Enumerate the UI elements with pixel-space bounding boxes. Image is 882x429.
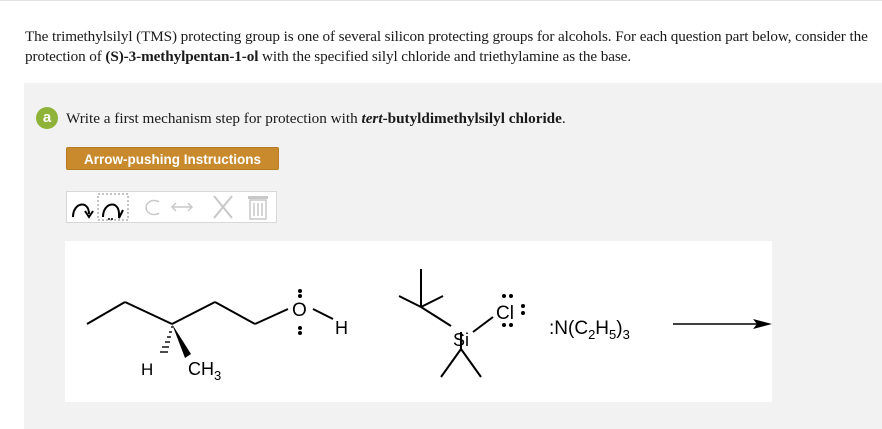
problem-intro: The trimethylsilyl (TMS) protecting grou…: [25, 27, 875, 67]
reagent-italic: tert: [361, 110, 383, 127]
chlorine-lone-pair-dot: [509, 294, 513, 298]
lasso-icon[interactable]: [139, 192, 165, 222]
resonance-arrow-icon[interactable]: [167, 192, 197, 222]
oxygen-lone-pair-dot: [298, 294, 302, 298]
compound-name: (S)-3-methylpentan-1-ol: [105, 48, 259, 65]
chlorine-atom[interactable]: Cl: [496, 303, 514, 324]
oxygen-atom[interactable]: O: [292, 300, 307, 321]
oxygen-lone-pair-dot: [298, 331, 302, 335]
part-a-badge: a: [36, 107, 58, 129]
trash-icon[interactable]: [243, 192, 273, 222]
prompt-suffix: .: [561, 110, 566, 127]
mechanism-canvas[interactable]: O H H CH3 Si Cl:N(C2H5)3: [65, 241, 772, 402]
chlorine-lone-pair-dot: [509, 323, 513, 327]
single-electron-arrow-icon[interactable]: [97, 192, 129, 222]
chlorine-lone-pair-dot: [521, 311, 525, 315]
top-divider: [0, 0, 882, 1]
chlorine-lone-pair-dot: [521, 304, 525, 308]
triethylamine-base[interactable]: :N(C2H5)3: [549, 318, 630, 342]
silicon-atom[interactable]: Si: [453, 330, 469, 350]
methyl-group[interactable]: CH3: [188, 359, 221, 383]
question-prompt: Write a first mechanism step for protect…: [66, 109, 566, 129]
arrow-pushing-instructions-button[interactable]: Arrow-pushing Instructions: [66, 147, 279, 170]
chlorine-lone-pair-dot: [502, 294, 506, 298]
oxygen-lone-pair-dot: [298, 326, 302, 330]
chlorine-lone-pair-dot: [502, 323, 506, 327]
prompt-prefix: Write a first mechanism step for protect…: [66, 110, 362, 127]
reagent-name: -butyldimethylsilyl chloride: [382, 110, 562, 127]
delete-x-icon[interactable]: [209, 192, 237, 222]
reaction-arrow: [673, 319, 772, 329]
intro-text-2: with the specified silyl chloride and tr…: [258, 48, 632, 65]
arrow-toolbar: [66, 191, 277, 223]
tbscl-molecule[interactable]: Si Cl: [398, 269, 525, 378]
alcohol-molecule[interactable]: O H H CH3: [86, 289, 348, 383]
curved-arrow-icon[interactable]: [69, 192, 95, 222]
stereo-hydrogen[interactable]: H: [141, 360, 153, 379]
hydroxyl-hydrogen[interactable]: H: [335, 318, 348, 338]
oxygen-lone-pair-dot: [298, 289, 302, 293]
